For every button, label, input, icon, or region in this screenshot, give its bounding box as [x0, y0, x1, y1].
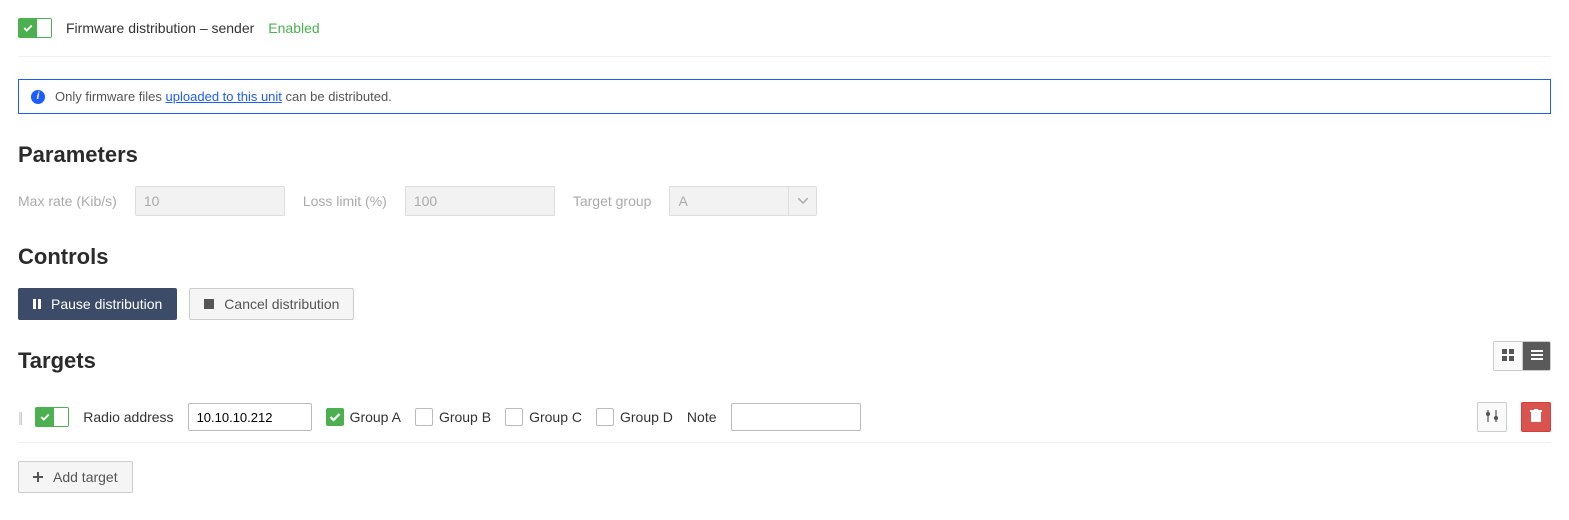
info-prefix: Only firmware files [55, 89, 162, 104]
toggle-knob [36, 19, 51, 37]
group-a-checkbox[interactable] [326, 408, 344, 426]
delete-button[interactable] [1521, 402, 1551, 432]
advanced-button[interactable] [1477, 402, 1507, 432]
enable-toggle[interactable] [18, 18, 52, 38]
group-d-label: Group D [620, 409, 673, 425]
plus-icon [33, 472, 43, 482]
target-group-label: Target group [573, 193, 652, 209]
pause-button[interactable]: Pause distribution [18, 288, 177, 320]
group-a: Group A [326, 408, 401, 426]
info-text: Only firmware files uploaded to this uni… [55, 89, 392, 104]
toggle-knob [53, 408, 68, 426]
check-icon [23, 21, 33, 35]
target-row: || Radio address Group A Group B Group C… [18, 392, 1551, 443]
page-title: Firmware distribution – sender [66, 20, 254, 36]
info-icon: i [31, 90, 45, 104]
pause-label: Pause distribution [51, 296, 162, 312]
group-b-label: Group B [439, 409, 491, 425]
header-row: Firmware distribution – sender Enabled [18, 18, 1551, 57]
list-view-button[interactable] [1522, 342, 1550, 370]
group-c-checkbox[interactable] [505, 408, 523, 426]
cancel-label: Cancel distribution [224, 296, 339, 312]
group-c-label: Group C [529, 409, 582, 425]
loss-limit-input[interactable] [405, 186, 555, 216]
radio-address-input[interactable] [188, 403, 312, 431]
grid-view-button[interactable] [1494, 342, 1522, 370]
controls-heading: Controls [18, 244, 1551, 270]
radio-address-label: Radio address [83, 409, 173, 425]
view-toggle [1493, 341, 1551, 371]
cancel-button[interactable]: Cancel distribution [189, 288, 354, 320]
group-b: Group B [415, 408, 491, 426]
info-suffix: can be distributed. [286, 89, 392, 104]
add-target-button[interactable]: Add target [18, 461, 133, 493]
controls-row: Pause distribution Cancel distribution [18, 288, 1551, 320]
targets-heading: Targets [18, 348, 96, 374]
chevron-down-icon[interactable] [789, 186, 817, 216]
uploaded-link[interactable]: uploaded to this unit [166, 89, 282, 104]
stop-icon [204, 299, 214, 309]
group-d: Group D [596, 408, 673, 426]
target-enable-toggle[interactable] [35, 407, 69, 427]
list-icon [1531, 349, 1543, 364]
drag-handle-icon[interactable]: || [18, 409, 21, 425]
group-c: Group C [505, 408, 582, 426]
grid-icon [1502, 349, 1514, 364]
note-label: Note [687, 409, 717, 425]
pause-icon [33, 299, 41, 309]
group-b-checkbox[interactable] [415, 408, 433, 426]
max-rate-input[interactable] [135, 186, 285, 216]
max-rate-label: Max rate (Kib/s) [18, 193, 117, 209]
group-d-checkbox[interactable] [596, 408, 614, 426]
check-icon [40, 410, 50, 424]
parameters-heading: Parameters [18, 142, 1551, 168]
info-banner: i Only firmware files uploaded to this u… [18, 79, 1551, 114]
target-group-select[interactable]: A [669, 186, 817, 216]
add-target-label: Add target [53, 469, 118, 485]
target-group-value: A [669, 186, 789, 216]
loss-limit-label: Loss limit (%) [303, 193, 387, 209]
parameters-row: Max rate (Kib/s) Loss limit (%) Target g… [18, 186, 1551, 216]
trash-icon [1530, 409, 1542, 426]
note-input[interactable] [731, 403, 861, 431]
sliders-icon [1485, 409, 1499, 426]
group-a-label: Group A [350, 409, 401, 425]
status-badge: Enabled [268, 20, 319, 36]
